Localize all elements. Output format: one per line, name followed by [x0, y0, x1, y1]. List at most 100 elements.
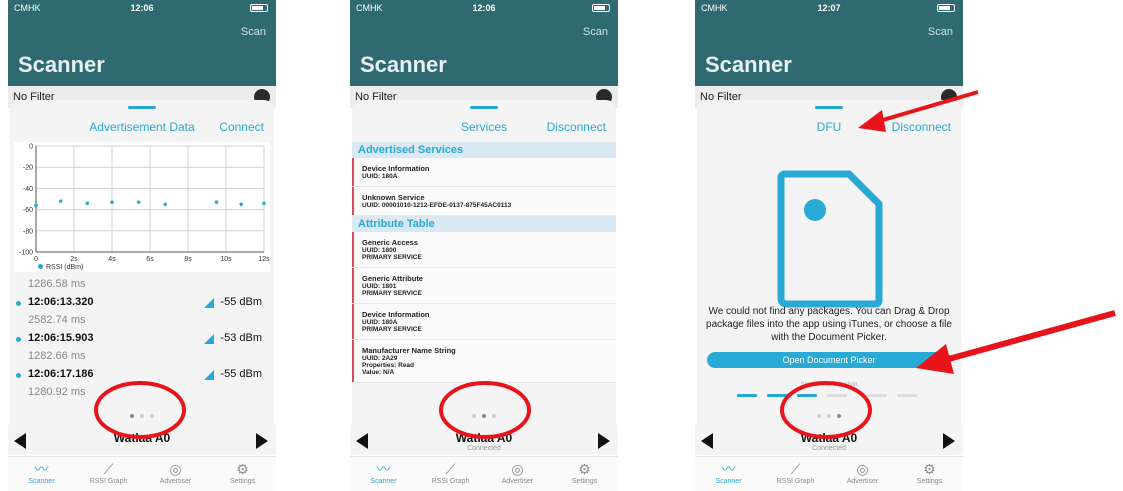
interval-row: 1286.58 ms	[10, 278, 274, 296]
service-detail: UUID: 180A	[362, 319, 398, 326]
tab-label: Scanner	[370, 478, 397, 485]
x-tick-label: 2s	[70, 256, 78, 263]
scan-button[interactable]: Scan	[583, 26, 608, 38]
sheet-grabber[interactable]	[128, 106, 156, 109]
interval-row: 1282.66 ms	[10, 350, 274, 368]
attribute-row[interactable]: Device Information UUID: 180A PRIMARY SERV…	[352, 304, 616, 340]
signal-icon	[204, 370, 214, 380]
tab-settings[interactable]: ⚙ Settings	[551, 460, 618, 491]
interval-row: 2582.74 ms	[10, 314, 274, 332]
page-title: Scanner	[360, 52, 447, 77]
tab-advertiser[interactable]: ◎ Advertiser	[142, 460, 209, 491]
scan-button[interactable]: Scan	[241, 26, 266, 38]
packet-interval: 1286.58 ms	[28, 278, 86, 290]
battery-icon	[592, 4, 610, 12]
step-bar	[737, 394, 757, 397]
step-bar	[867, 394, 887, 397]
connect-button[interactable]: Connect	[219, 120, 264, 134]
device-name: Watlaa A0	[455, 431, 513, 445]
bottom-sheet: Services Disconnect Advertised Services D…	[352, 100, 616, 450]
page-dot	[140, 414, 144, 418]
data-point	[262, 201, 266, 206]
tab-rssi-graph[interactable]: ⟋ RSSI Graph	[762, 460, 829, 491]
disconnect-button[interactable]: Disconnect	[547, 120, 606, 134]
packet-row: 12:06:13.320 -55 dBm	[10, 296, 274, 314]
graph-icon: ⟋	[103, 461, 114, 477]
settings-icon: ⚙	[578, 461, 591, 477]
tab-label: Scanner	[28, 478, 55, 485]
tab-label: Settings	[916, 478, 943, 485]
packet-timestamp: 12:06:13.320	[28, 296, 94, 308]
step-bar	[797, 394, 817, 397]
phone-screen-advertisement: CMHK 12:06 Scan Scanner No Filter Advert…	[8, 0, 276, 491]
tab-scanner[interactable]: 〰 Scanner	[8, 460, 75, 491]
step-label: Step 1: File Selection	[800, 382, 858, 388]
next-device-icon[interactable]	[598, 433, 610, 449]
tab-scanner[interactable]: 〰 Scanner	[695, 460, 762, 491]
scanner-icon: 〰	[721, 461, 736, 477]
signal-icon	[204, 334, 214, 344]
page-dot	[472, 414, 476, 418]
broadcast-icon: ◎	[511, 461, 524, 477]
open-document-picker-button[interactable]: Open Document Picker	[707, 352, 951, 368]
y-tick-label: -80	[23, 228, 33, 235]
tab-scanner[interactable]: 〰 Scanner	[350, 460, 417, 491]
page-dot	[130, 414, 134, 418]
device-name: Watlaa A0	[113, 431, 171, 445]
packet-interval: 2582.74 ms	[28, 314, 86, 326]
step-bar	[897, 394, 917, 397]
x-tick-label: 10s	[220, 256, 232, 263]
attribute-row[interactable]: Manufacturer Name String UUID: 2A29 Proper…	[352, 340, 616, 383]
tab-bar: 〰 Scanner ⟋ RSSI Graph ◎ Advertiser ⚙ Settin…	[8, 456, 276, 491]
chart-legend: RSSI (dBm)	[38, 264, 83, 271]
step-progress	[727, 394, 927, 397]
device-bar: Watlaa A0 Connected	[350, 425, 618, 455]
rssi-chart-svg: 0-20-40-60-80-1000 2s 4s 6s 8s 10s 12s	[19, 144, 270, 264]
phone-screen-dfu: CMHK 12:07 Scan Scanner No Filter DFU Di…	[695, 0, 963, 491]
tab-label: RSSI Graph	[776, 478, 815, 485]
header: CMHK 12:07 Scan Scanner	[695, 0, 963, 92]
tab-rssi-graph[interactable]: ⟋ RSSI Graph	[417, 460, 484, 491]
clock: 12:06	[472, 3, 496, 13]
next-device-icon[interactable]	[256, 433, 268, 449]
service-detail: PRIMARY SERVICE	[362, 326, 422, 333]
sheet-grabber[interactable]	[815, 106, 843, 109]
legend-marker	[38, 264, 43, 269]
packet-row: 12:06:15.903 -53 dBm	[10, 332, 274, 350]
y-tick-label: -60	[23, 207, 33, 214]
clock: 12:07	[817, 3, 841, 13]
tab-settings[interactable]: ⚙ Settings	[209, 460, 276, 491]
legend-label: RSSI (dBm)	[46, 264, 84, 271]
scanner-icon: 〰	[34, 461, 49, 477]
advertisement-list: 1286.58 ms 12:06:13.320 -55 dBm 2582.74 ms 1…	[10, 278, 274, 404]
next-device-icon[interactable]	[943, 433, 955, 449]
tab-settings[interactable]: ⚙ Settings	[896, 460, 963, 491]
service-detail: UUID: 180A	[362, 173, 398, 180]
disconnect-button[interactable]: Disconnect	[892, 120, 951, 134]
annotation-arrow	[944, 310, 1116, 363]
page-dot	[150, 414, 154, 418]
tab-label: Advertiser	[159, 478, 192, 485]
tab-advertiser[interactable]: ◎ Advertiser	[484, 460, 551, 491]
step-bar	[767, 394, 787, 397]
packet-timestamp: 12:06:17.186	[28, 368, 94, 380]
tab-advertiser[interactable]: ◎ Advertiser	[829, 460, 896, 491]
sheet-grabber[interactable]	[470, 106, 498, 109]
advertised-service-row[interactable]: Device Information UUID: 180A	[352, 158, 616, 187]
tab-rssi-graph[interactable]: ⟋ RSSI Graph	[75, 460, 142, 491]
scan-button[interactable]: Scan	[928, 26, 953, 38]
attribute-row[interactable]: Generic Access UUID: 1800 PRIMARY SERVICE	[352, 232, 616, 268]
service-detail: Properties: Read	[362, 362, 415, 369]
status-bar: CMHK 12:06	[350, 0, 618, 16]
attribute-table-header: Attribute Table	[352, 216, 616, 232]
service-name: Unknown Service	[362, 193, 425, 202]
page-title: Scanner	[18, 52, 105, 77]
document-icon	[777, 170, 883, 308]
phone-screen-services: CMHK 12:06 Scan Scanner No Filter Servic…	[350, 0, 618, 491]
interval-row: 1280.92 ms	[10, 386, 274, 404]
attribute-row[interactable]: Generic Attribute UUID: 1801 PRIMARY SERVI…	[352, 268, 616, 304]
services-list: Advertised Services Device Information UUI…	[352, 142, 616, 383]
advertised-service-row[interactable]: Unknown Service UUID: 00001010-1212-EFDE-…	[352, 187, 616, 216]
y-tick-label: -20	[23, 165, 33, 172]
bullet-icon	[16, 373, 21, 378]
